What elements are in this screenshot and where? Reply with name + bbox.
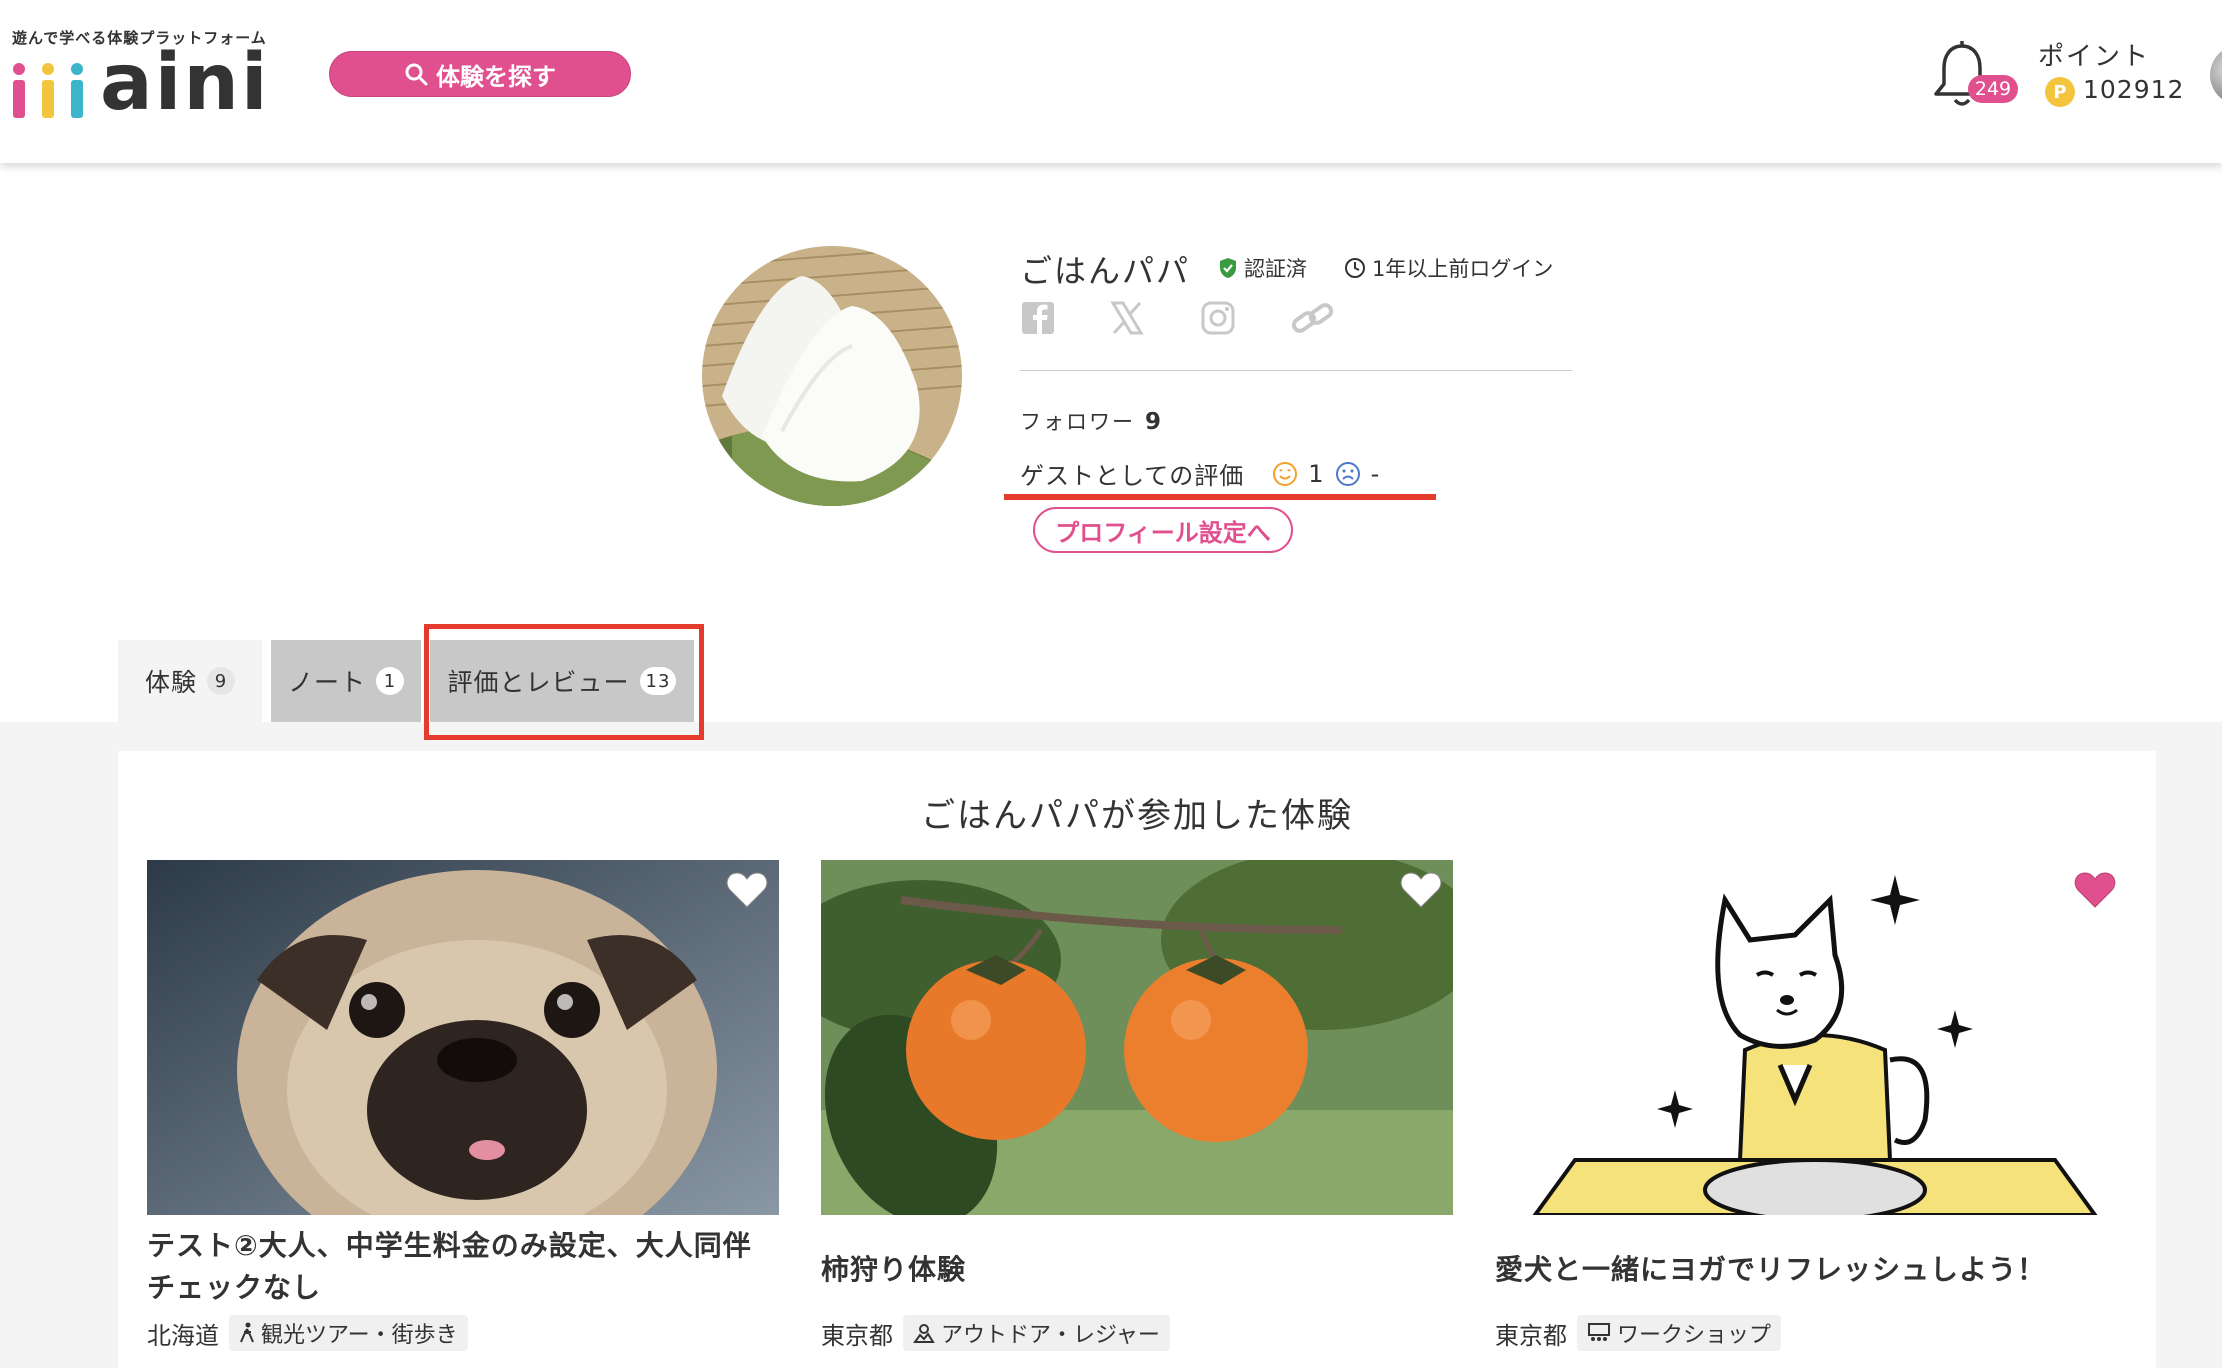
tab-count: 9 <box>207 667 235 695</box>
experience-title[interactable]: テスト②大人、中学生料金のみ設定、大人同伴チェックなし <box>147 1225 779 1315</box>
experience-category: アウトドア・レジャー <box>903 1315 1170 1351</box>
verified-label: 認証済 <box>1244 257 1307 281</box>
experience-card[interactable]: 柿狩り体験 東京都 アウトドア・レジャー <box>821 860 1453 1351</box>
experience-title[interactable]: 愛犬と一緒にヨガでリフレッシュしよう！ <box>1495 1225 2127 1315</box>
experience-title[interactable]: 柿狩り体験 <box>821 1225 1453 1315</box>
category-label: 観光ツアー・街歩き <box>261 1323 458 1348</box>
shield-check-icon <box>1220 258 1236 278</box>
clock-icon <box>1345 258 1365 278</box>
section-title: ごはんパパが参加した体験 <box>921 796 1353 836</box>
experience-image[interactable] <box>147 860 779 1215</box>
workshop-icon <box>1588 1323 1610 1341</box>
bad-eval-count: - <box>1370 459 1381 488</box>
sad-face-icon <box>1335 461 1360 486</box>
favorite-heart-icon[interactable] <box>725 870 769 910</box>
experience-image[interactable] <box>821 860 1453 1215</box>
experience-region: 北海道 <box>147 1321 219 1350</box>
experience-meta: 東京都 アウトドア・レジャー <box>821 1315 1453 1351</box>
experience-card[interactable]: テスト②大人、中学生料金のみ設定、大人同伴チェックなし 北海道 観光ツアー・街歩… <box>147 860 779 1351</box>
tab-label: ノート <box>287 668 366 697</box>
smile-face-icon <box>1273 461 1298 486</box>
profile-settings-button[interactable]: プロフィール設定へ <box>1033 507 1293 553</box>
tab-notes[interactable]: ノート 1 <box>271 640 421 722</box>
last-login-label: 1年以上前ログイン <box>1372 257 1554 281</box>
annotation-highlight-box <box>424 624 704 740</box>
experience-region: 東京都 <box>1495 1321 1567 1350</box>
x-icon[interactable] <box>1107 298 1147 338</box>
experience-meta: 北海道 観光ツアー・街歩き <box>147 1315 779 1351</box>
profile-name: ごはんパパ <box>1020 252 1191 290</box>
link-icon[interactable] <box>1290 298 1336 338</box>
guest-eval-label: ゲストとしての評価 <box>1020 462 1245 490</box>
notification-badge: 249 <box>1968 75 2018 103</box>
category-label: アウトドア・レジャー <box>941 1323 1160 1348</box>
follower-info[interactable]: フォロワー 9 <box>1020 406 1163 436</box>
follower-count: 9 <box>1145 409 1164 435</box>
search-experience-button[interactable]: 体験を探す <box>329 51 631 97</box>
experience-region: 東京都 <box>821 1321 893 1350</box>
favorite-heart-icon[interactable] <box>2073 870 2117 910</box>
favorite-heart-icon[interactable] <box>1399 870 1443 910</box>
verified-status: 認証済 <box>1218 253 1307 283</box>
follower-label: フォロワー <box>1020 410 1135 434</box>
logo-text[interactable]: aini <box>100 44 270 122</box>
experience-category: 観光ツアー・街歩き <box>229 1315 468 1351</box>
outdoor-icon <box>913 1324 935 1343</box>
instagram-icon[interactable] <box>1198 298 1238 338</box>
guest-evaluation: ゲストとしての評価 1 - <box>1020 456 1380 491</box>
tab-count: 1 <box>376 667 404 695</box>
category-label: ワークショップ <box>1617 1323 1772 1348</box>
points-label[interactable]: ポイント <box>2038 36 2150 73</box>
facebook-icon[interactable] <box>1018 298 1058 338</box>
top-header: 遊んで学べる体験プラットフォーム aini 体験を探す 249 ポイント P 1… <box>0 0 2222 163</box>
annotation-underline <box>1004 494 1436 500</box>
experience-meta: 東京都 ワークショップ <box>1495 1315 2127 1351</box>
search-icon <box>405 63 428 86</box>
points-value[interactable]: 102912 <box>2083 75 2184 104</box>
experience-card[interactable]: 愛犬と一緒にヨガでリフレッシュしよう！ 東京都 ワークショップ <box>1495 860 2127 1351</box>
walking-person-icon <box>240 1322 254 1343</box>
experience-image[interactable] <box>1495 860 2127 1215</box>
search-button-label: 体験を探す <box>436 62 556 91</box>
user-avatar[interactable] <box>2210 45 2222 105</box>
profile-photo <box>702 246 962 506</box>
logo-mark[interactable] <box>12 62 84 118</box>
tab-experiences[interactable]: 体験 9 <box>118 640 262 722</box>
profile-divider <box>1020 370 1572 371</box>
points-coin-icon: P <box>2045 77 2075 107</box>
tab-label: 体験 <box>144 668 197 697</box>
experience-category: ワークショップ <box>1577 1315 1782 1351</box>
last-login-status: 1年以上前ログイン <box>1344 253 1553 283</box>
good-eval-count: 1 <box>1308 459 1325 488</box>
